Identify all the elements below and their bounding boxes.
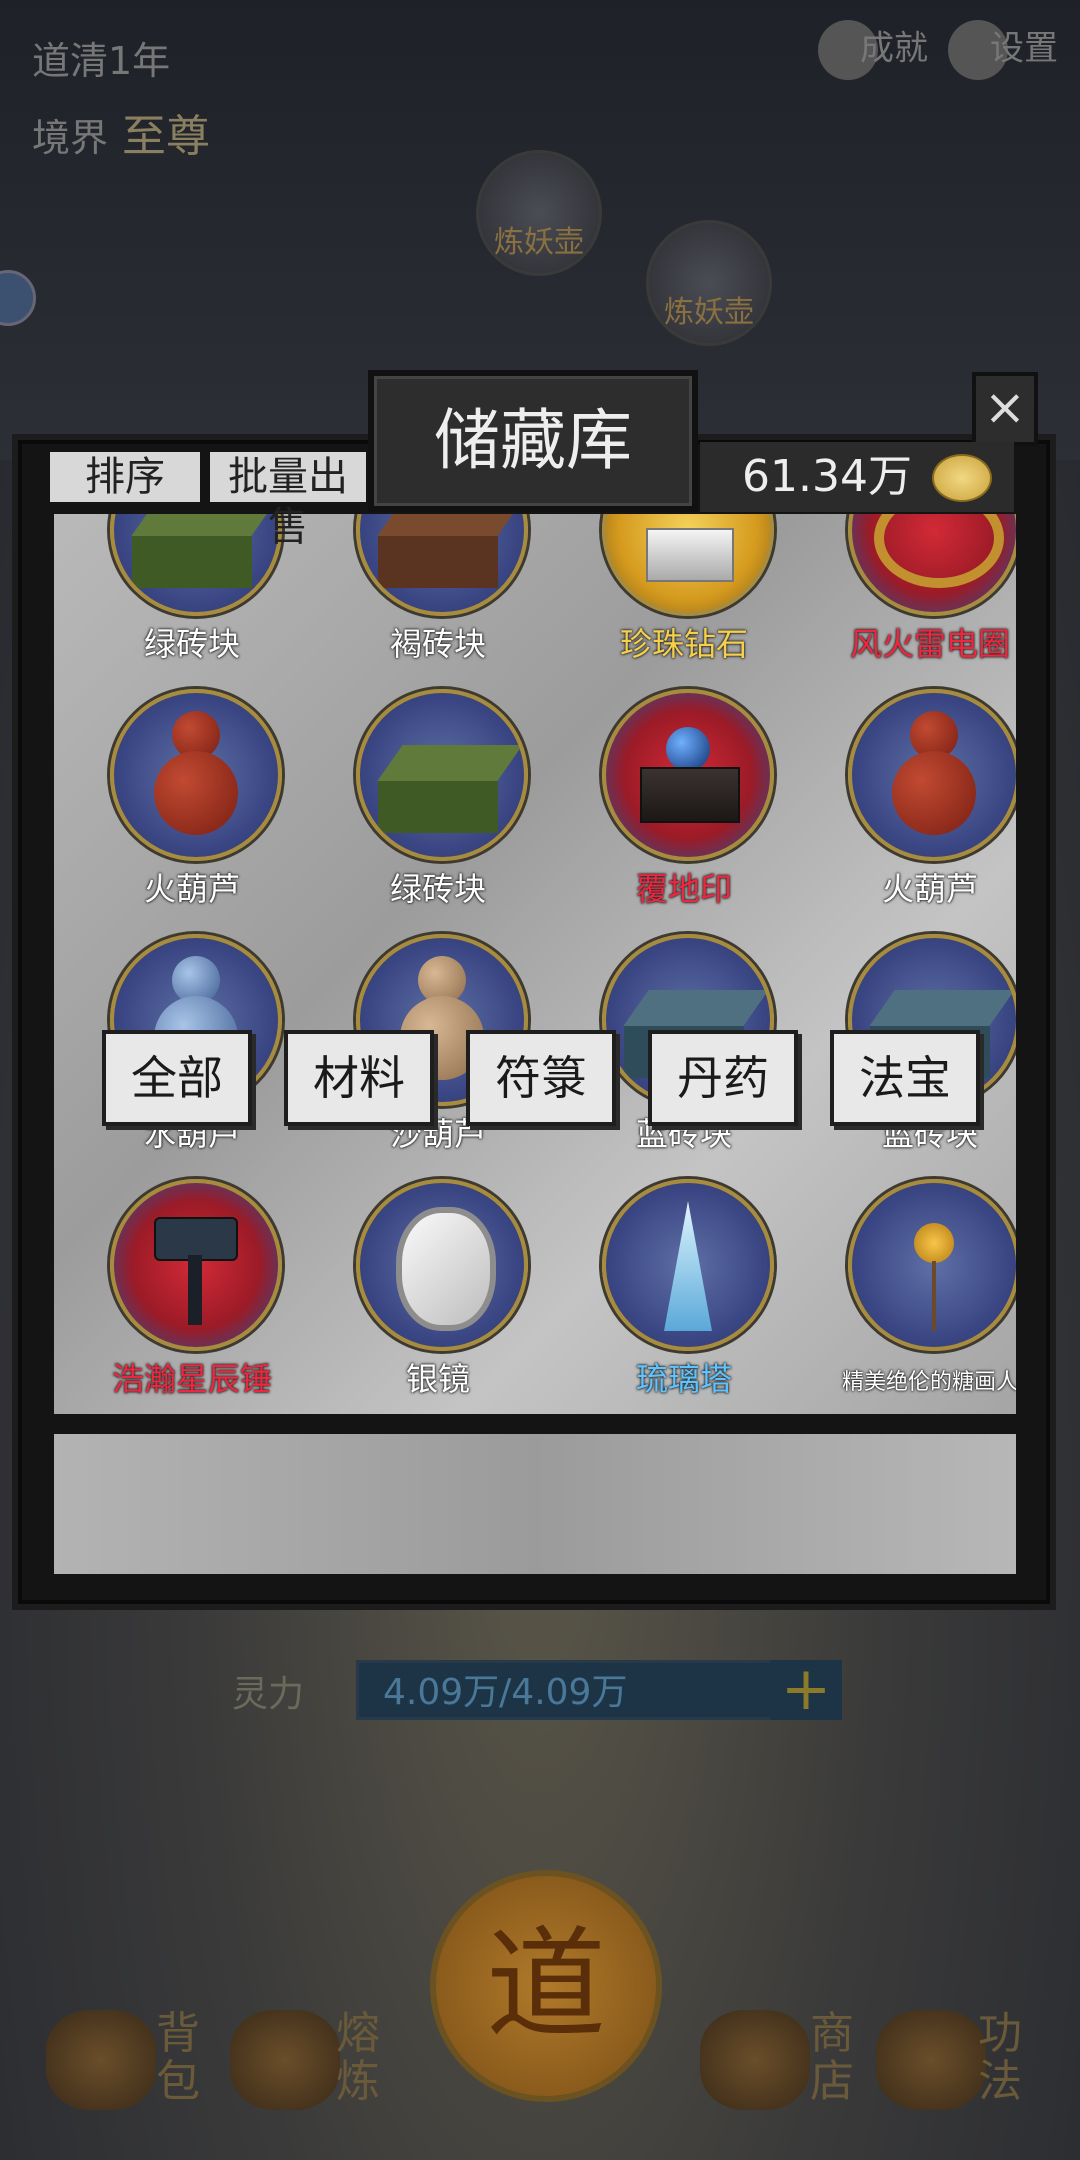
nav-shop[interactable]: 商店 (810, 2010, 854, 2106)
item-slot[interactable]: 琉璃塔 (584, 1179, 784, 1409)
furnace-icon (230, 2010, 340, 2110)
item-name: 珍珠钻石 (619, 625, 748, 663)
glass-pagoda-icon (602, 1179, 774, 1351)
filter-pills-button[interactable]: 丹药 (648, 1030, 798, 1126)
earth-seal-icon (602, 689, 774, 861)
realm-value: 至尊 (122, 111, 211, 162)
sugar-figure-icon (848, 1179, 1016, 1351)
green-brick-icon (356, 689, 528, 861)
storage-title: 储藏库 (368, 370, 698, 512)
item-slot[interactable]: 风火雷电圈 (830, 514, 1016, 674)
filter-materials-button[interactable]: 材料 (284, 1030, 434, 1126)
sort-button[interactable]: 排序 (50, 452, 200, 502)
book-icon (876, 2010, 986, 2110)
filter-all-button[interactable]: 全部 (102, 1030, 252, 1126)
achievements-button[interactable]: 成就 (818, 20, 928, 80)
bag-icon (46, 2010, 156, 2110)
settings-button[interactable]: 设置 (948, 20, 1058, 80)
item-slot[interactable]: 绿砖块 (338, 689, 538, 919)
star-hammer-icon (110, 1179, 282, 1351)
item-slot[interactable]: 浩瀚星辰锤 (92, 1179, 292, 1409)
item-slot[interactable]: 银镜 (338, 1179, 538, 1409)
item-name: 银镜 (405, 1360, 470, 1398)
filter-treasures-button[interactable]: 法宝 (830, 1030, 980, 1126)
close-button[interactable]: × (972, 372, 1038, 446)
demon-pot-node-1[interactable]: 炼妖壶 (476, 150, 602, 276)
nav-skills[interactable]: 功法 (978, 2010, 1022, 2106)
realm-label: 境界 (32, 116, 109, 160)
item-name: 绿砖块 (389, 870, 486, 908)
item-name: 火葫芦 (143, 870, 240, 908)
item-name: 浩瀚星辰锤 (111, 1360, 272, 1398)
brown-brick-icon (356, 514, 528, 616)
item-name: 风火雷电圈 (849, 625, 1010, 663)
item-slot[interactable]: 珍珠钻石 (584, 514, 784, 674)
item-slot[interactable]: 火葫芦 (92, 689, 292, 919)
item-slot[interactable]: 火葫芦 (830, 689, 1016, 919)
realm-indicator: 境界 至尊 (32, 100, 210, 164)
item-name: 覆地印 (635, 870, 732, 908)
scroll-icon (700, 2010, 810, 2110)
nav-smelt[interactable]: 熔炼 (336, 2010, 380, 2106)
item-grid[interactable]: 绿砖块 褐砖块 珍珠钻石 风火雷电圈 火葫芦 绿砖块 覆地印 火葫芦 水葫芦 沙… (54, 514, 1016, 1414)
green-brick-icon (110, 514, 282, 616)
fire-gourd-icon (110, 689, 282, 861)
nav-bag[interactable]: 背包 (156, 2010, 200, 2106)
item-name: 精美绝伦的糖画人 (841, 1370, 1016, 1395)
fire-gourd-icon (848, 689, 1016, 861)
silver-mirror-icon (356, 1179, 528, 1351)
filter-bar (54, 1434, 1016, 1574)
spirit-label: 灵力 (232, 1674, 305, 1715)
gold-ingot-icon (932, 454, 992, 502)
item-slot[interactable]: 精美绝伦的糖画人 (830, 1179, 1016, 1409)
demon-pot-node-2[interactable]: 炼妖壶 (646, 220, 772, 346)
settings-label: 设置 (990, 28, 1058, 69)
item-slot[interactable]: 绿砖块 (92, 514, 292, 674)
item-name: 褐砖块 (389, 625, 486, 663)
year-text: 道清1年 (32, 39, 171, 83)
cultivate-seal-button[interactable]: 道 (430, 1870, 662, 2102)
spirit-bar: 4.09万/4.09万 (356, 1660, 796, 1720)
item-name: 火葫芦 (881, 870, 978, 908)
pearl-diamond-icon (602, 514, 774, 616)
fire-ring-icon (848, 514, 1016, 616)
bulk-sell-button[interactable]: 批量出售 (210, 452, 366, 550)
filter-talismans-button[interactable]: 符箓 (466, 1030, 616, 1126)
storage-modal: 绿砖块 褐砖块 珍珠钻石 风火雷电圈 火葫芦 绿砖块 覆地印 火葫芦 水葫芦 沙… (18, 440, 1050, 1604)
item-name: 琉璃塔 (635, 1360, 732, 1398)
achievements-label: 成就 (860, 28, 928, 69)
item-name: 绿砖块 (143, 625, 240, 663)
item-slot[interactable]: 覆地印 (584, 689, 784, 919)
add-spirit-button[interactable]: + (770, 1659, 842, 1720)
item-slot[interactable]: 褐砖块 (338, 514, 538, 674)
